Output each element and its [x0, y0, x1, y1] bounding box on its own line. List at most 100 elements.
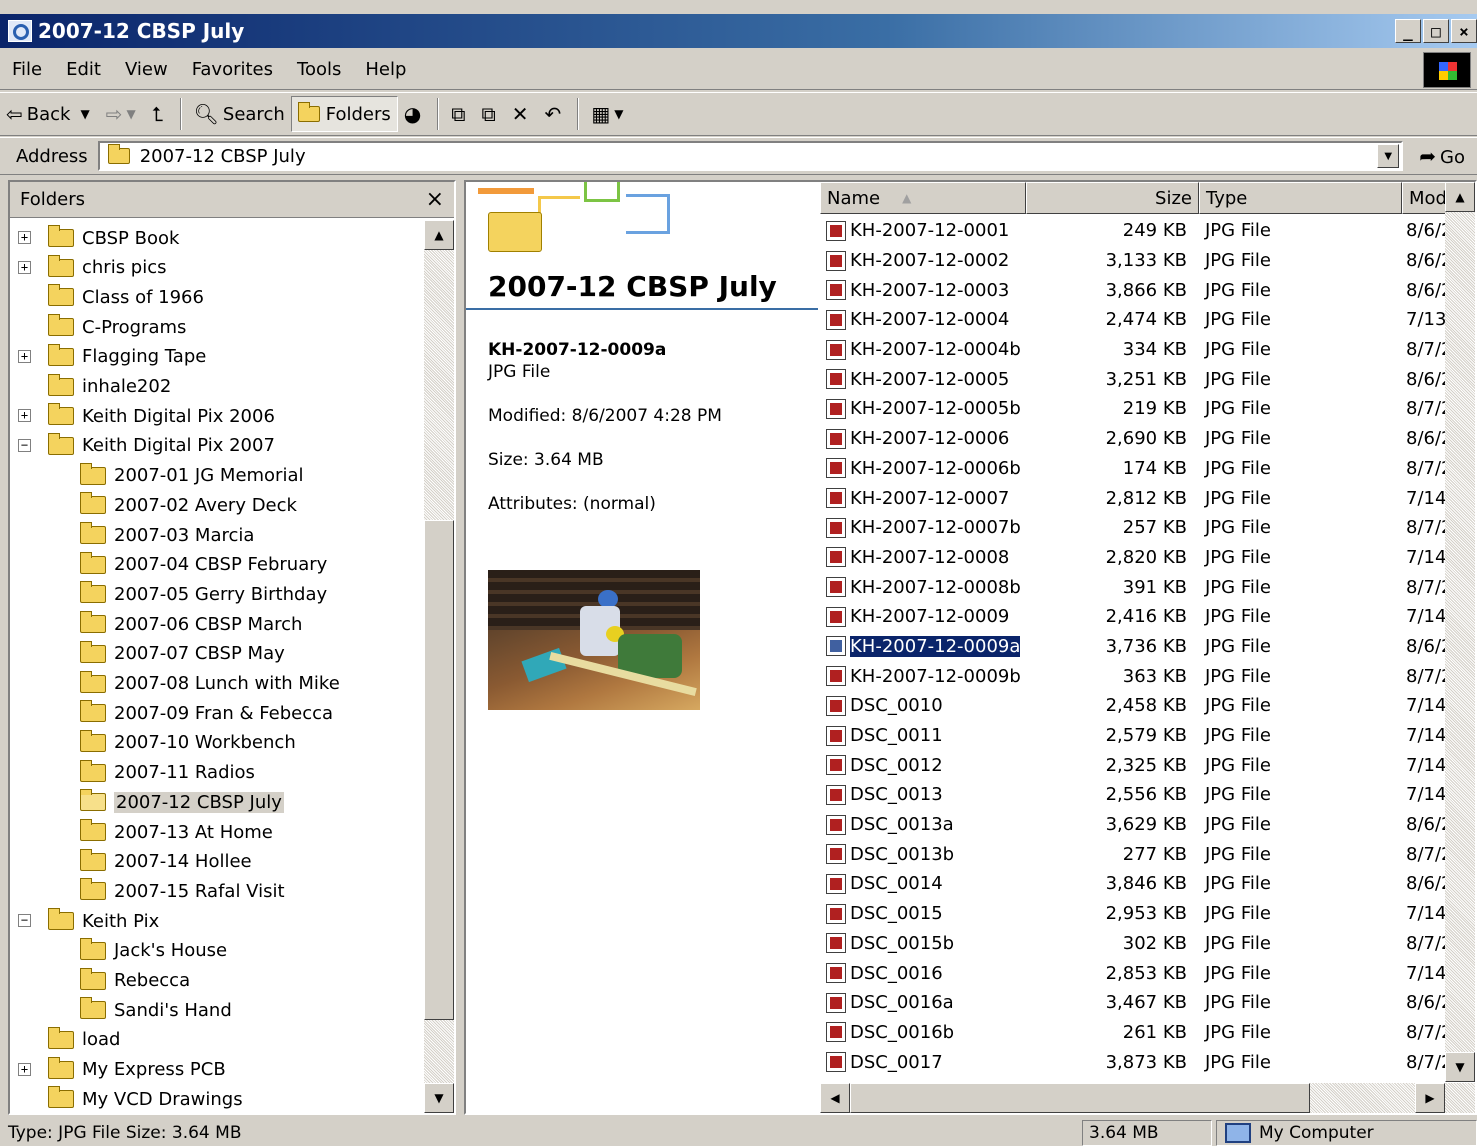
tree-item[interactable]: inhale202: [48, 373, 171, 401]
tree-item[interactable]: 2007-02 Avery Deck: [80, 491, 297, 519]
menu-view[interactable]: View: [113, 59, 180, 80]
file-row[interactable]: KH-2007-12-0002 3,133 KB JPG File 8/6/2: [820, 246, 1445, 276]
history-button[interactable]: ◕: [398, 96, 431, 132]
tree-item[interactable]: 2007-09 Fran & Febecca: [80, 699, 333, 727]
tree-item[interactable]: + My Express PCB: [18, 1056, 226, 1084]
tree-item[interactable]: 2007-03 Marcia: [80, 521, 254, 549]
go-button[interactable]: ➦ Go: [1407, 144, 1477, 168]
file-row[interactable]: DSC_0010 2,458 KB JPG File 7/14/: [820, 691, 1445, 721]
tree-item[interactable]: 2007-08 Lunch with Mike: [80, 670, 340, 698]
minimize-button[interactable]: _: [1395, 19, 1421, 43]
collapse-icon[interactable]: −: [18, 914, 31, 928]
column-name-header[interactable]: Name ▲: [820, 182, 1026, 214]
scroll-down-button[interactable]: ▼: [424, 1083, 454, 1113]
menu-file[interactable]: File: [0, 59, 54, 80]
tree-item[interactable]: 2007-13 At Home: [80, 818, 273, 846]
file-row[interactable]: KH-2007-12-0009 2,416 KB JPG File 7/14/: [820, 602, 1445, 632]
views-dropdown-icon[interactable]: ▼: [614, 107, 623, 121]
tree-item[interactable]: 2007-04 CBSP February: [80, 551, 327, 579]
file-row[interactable]: KH-2007-12-0004b 334 KB JPG File 8/7/2: [820, 335, 1445, 365]
file-name-cell[interactable]: KH-2007-12-0002: [820, 250, 1026, 271]
tree-item[interactable]: 2007-15 Rafal Visit: [80, 877, 285, 905]
file-row[interactable]: DSC_0014 3,846 KB JPG File 8/6/2: [820, 869, 1445, 899]
file-row[interactable]: DSC_0017 3,873 KB JPG File 8/7/2: [820, 1047, 1445, 1077]
file-list-hscrollbar[interactable]: ◀ ▶: [820, 1083, 1475, 1113]
menu-favorites[interactable]: Favorites: [180, 59, 285, 80]
file-name-cell[interactable]: DSC_0014: [820, 873, 1026, 894]
file-row[interactable]: KH-2007-12-0004 2,474 KB JPG File 7/13/: [820, 305, 1445, 335]
file-name-cell[interactable]: KH-2007-12-0004b: [820, 339, 1026, 360]
explorer-window-icon[interactable]: [8, 20, 32, 42]
scroll-up-button[interactable]: ▲: [1445, 182, 1475, 212]
tree-item[interactable]: 2007-05 Gerry Birthday: [80, 580, 327, 608]
expand-icon[interactable]: +: [18, 409, 31, 423]
file-name-cell[interactable]: DSC_0017: [820, 1052, 1026, 1073]
scroll-left-button[interactable]: ◀: [820, 1083, 850, 1113]
file-name-cell[interactable]: KH-2007-12-0009b: [820, 666, 1026, 687]
close-button[interactable]: ×: [1451, 19, 1477, 43]
tree-item[interactable]: + chris pics: [18, 254, 167, 282]
up-folder-button[interactable]: ⮤: [146, 96, 174, 132]
tree-item[interactable]: 2007-06 CBSP March: [80, 610, 302, 638]
file-name-cell[interactable]: DSC_0015b: [820, 933, 1026, 954]
file-name-cell[interactable]: DSC_0015: [820, 903, 1026, 924]
file-row[interactable]: KH-2007-12-0006b 174 KB JPG File 8/7/2: [820, 454, 1445, 484]
folders-button[interactable]: Folders: [290, 96, 398, 132]
scroll-right-button[interactable]: ▶: [1415, 1083, 1445, 1113]
file-name-cell[interactable]: KH-2007-12-0009: [820, 606, 1026, 627]
file-row[interactable]: DSC_0015b 302 KB JPG File 8/7/2: [820, 929, 1445, 959]
tree-item[interactable]: 2007-11 Radios: [80, 759, 255, 787]
file-row[interactable]: DSC_0015 2,953 KB JPG File 7/14/: [820, 899, 1445, 929]
menu-tools[interactable]: Tools: [285, 59, 353, 80]
file-row[interactable]: KH-2007-12-0009a 3,736 KB JPG File 8/6/2: [820, 632, 1445, 662]
tree-item[interactable]: 2007-10 Workbench: [80, 729, 296, 757]
file-row[interactable]: DSC_0012 2,325 KB JPG File 7/14/: [820, 750, 1445, 780]
file-row[interactable]: DSC_0013a 3,629 KB JPG File 8/6/2: [820, 810, 1445, 840]
file-name-cell[interactable]: DSC_0016: [820, 963, 1026, 984]
file-row[interactable]: KH-2007-12-0008b 391 KB JPG File 8/7/2: [820, 572, 1445, 602]
file-name-cell[interactable]: DSC_0012: [820, 755, 1026, 776]
file-name-cell[interactable]: DSC_0016b: [820, 1022, 1026, 1043]
tree-item[interactable]: C-Programs: [48, 313, 186, 341]
hscroll-thumb[interactable]: [850, 1083, 1310, 1113]
forward-button[interactable]: ⇨ ▼: [100, 96, 146, 132]
move-to-button[interactable]: ⧉: [445, 96, 475, 132]
file-name-cell[interactable]: KH-2007-12-0003: [820, 280, 1026, 301]
file-name-cell[interactable]: KH-2007-12-0006: [820, 428, 1026, 449]
expand-icon[interactable]: +: [18, 1062, 31, 1076]
scroll-down-button[interactable]: ▼: [1445, 1052, 1475, 1082]
tree-item[interactable]: − Keith Digital Pix 2007: [18, 432, 275, 460]
expand-icon[interactable]: +: [18, 260, 31, 274]
folder-tree-scrollbar[interactable]: ▲ ▼: [424, 220, 454, 1113]
file-name-cell[interactable]: KH-2007-12-0006b: [820, 458, 1026, 479]
file-name-cell[interactable]: DSC_0013b: [820, 844, 1026, 865]
column-type-header[interactable]: Type: [1199, 182, 1402, 214]
tree-item[interactable]: Sandi's Hand: [80, 996, 232, 1024]
address-dropdown-button[interactable]: ▼: [1377, 144, 1400, 168]
expand-icon[interactable]: +: [18, 231, 31, 244]
file-row[interactable]: KH-2007-12-0008 2,820 KB JPG File 7/14/: [820, 543, 1445, 573]
file-row[interactable]: KH-2007-12-0009b 363 KB JPG File 8/7/2: [820, 661, 1445, 691]
forward-dropdown-icon[interactable]: ▼: [126, 107, 135, 121]
file-row[interactable]: DSC_0016a 3,467 KB JPG File 8/6/2: [820, 988, 1445, 1018]
file-name-cell[interactable]: DSC_0016a: [820, 992, 1026, 1013]
tree-item[interactable]: − Keith Pix: [18, 907, 159, 935]
file-row[interactable]: KH-2007-12-0003 3,866 KB JPG File 8/6/2: [820, 275, 1445, 305]
file-name-cell[interactable]: KH-2007-12-0007: [820, 488, 1026, 509]
collapse-icon[interactable]: −: [18, 438, 31, 452]
address-input[interactable]: 2007-12 CBSP July ▼: [97, 141, 1404, 171]
tree-item[interactable]: + CBSP Book: [18, 224, 179, 252]
file-row[interactable]: KH-2007-12-0007b 257 KB JPG File 8/7/2: [820, 513, 1445, 543]
file-name-cell[interactable]: DSC_0013: [820, 784, 1026, 805]
maximize-button[interactable]: □: [1423, 19, 1449, 43]
scroll-thumb[interactable]: [424, 520, 454, 1020]
views-button[interactable]: ▦ ▼: [585, 96, 633, 132]
tree-item[interactable]: Jack's House: [80, 937, 227, 965]
file-row[interactable]: DSC_0013b 277 KB JPG File 8/7/2: [820, 839, 1445, 869]
file-row[interactable]: KH-2007-12-0006 2,690 KB JPG File 8/6/2: [820, 424, 1445, 454]
undo-button[interactable]: ↶: [539, 96, 572, 132]
file-row[interactable]: KH-2007-12-0007 2,812 KB JPG File 7/14/: [820, 483, 1445, 513]
menu-help[interactable]: Help: [353, 59, 418, 80]
file-name-cell[interactable]: DSC_0011: [820, 725, 1026, 746]
tree-item[interactable]: 2007-01 JG Memorial: [80, 462, 304, 490]
